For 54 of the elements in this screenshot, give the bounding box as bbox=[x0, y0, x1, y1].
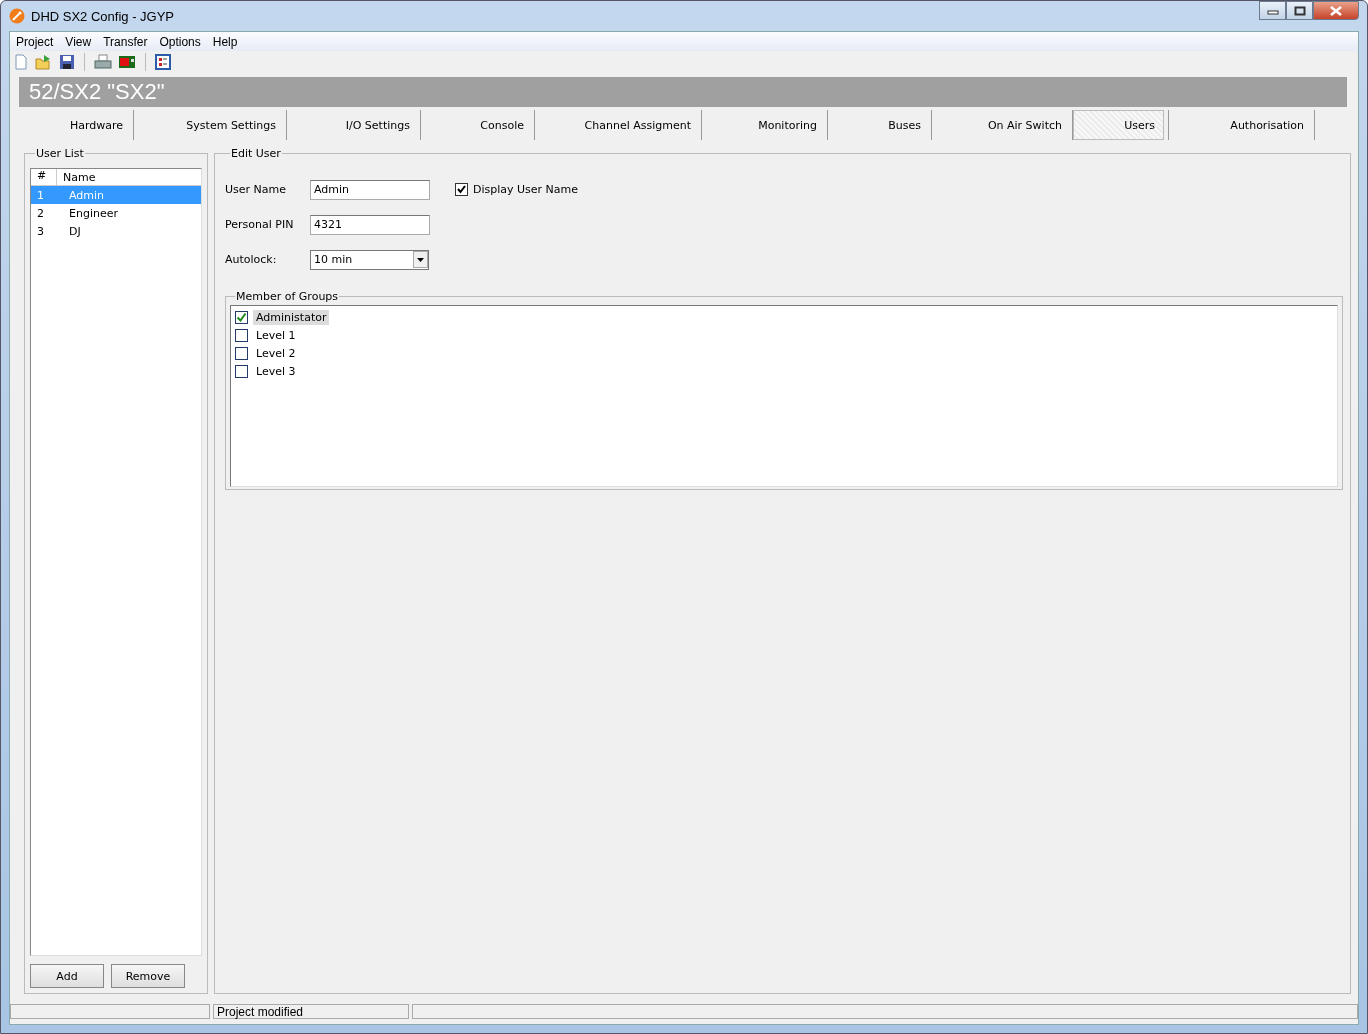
tab[interactable]: Users bbox=[1073, 110, 1164, 140]
pin-field[interactable]: 4321 bbox=[310, 214, 430, 235]
group-label[interactable]: Level 1 bbox=[253, 327, 299, 343]
tab[interactable]: System Settings bbox=[180, 110, 282, 140]
device-header: 52/SX2 "SX2" bbox=[19, 77, 1347, 107]
group-label[interactable]: Administator bbox=[253, 309, 330, 325]
menu-item[interactable]: Help bbox=[206, 34, 244, 49]
group-title: Member of Groups bbox=[235, 290, 340, 303]
tab[interactable]: Hardware bbox=[63, 110, 129, 140]
group-title: User List bbox=[35, 147, 85, 160]
group-checkbox[interactable] bbox=[235, 346, 248, 360]
open-folder-icon[interactable] bbox=[35, 54, 53, 70]
group-checkbox[interactable] bbox=[235, 310, 248, 324]
display-name-checkbox[interactable] bbox=[455, 183, 468, 196]
maximize-icon bbox=[1293, 5, 1306, 16]
circuit-board-icon[interactable] bbox=[118, 55, 136, 69]
field-label: Autolock: bbox=[225, 253, 278, 266]
menu-item[interactable]: Transfer bbox=[97, 34, 154, 49]
tab[interactable]: I/O Settings bbox=[339, 110, 416, 140]
tab[interactable]: Channel Assigment bbox=[578, 110, 697, 140]
list-button[interactable]: Add bbox=[30, 964, 104, 988]
column-header[interactable]: Name bbox=[57, 169, 201, 185]
save-icon[interactable] bbox=[59, 54, 75, 70]
app-icon bbox=[9, 8, 25, 24]
close-button[interactable] bbox=[1313, 1, 1359, 20]
group-title: Edit User bbox=[230, 147, 282, 160]
printer-icon[interactable] bbox=[94, 54, 112, 70]
menu-item[interactable]: Project bbox=[10, 34, 60, 49]
tab[interactable]: Buses bbox=[882, 110, 927, 140]
group-checkbox[interactable] bbox=[235, 328, 248, 342]
checklist-icon[interactable] bbox=[155, 54, 171, 70]
user-name-field[interactable]: Admin bbox=[310, 179, 430, 200]
autolock-dropdown[interactable]: 10 min bbox=[310, 249, 429, 270]
user-row[interactable]: 2 Engineer bbox=[31, 204, 201, 222]
group-label[interactable]: Level 3 bbox=[253, 363, 299, 379]
tab[interactable]: Monitoring bbox=[752, 110, 823, 140]
close-icon bbox=[1329, 5, 1343, 16]
checkbox-label: Display User Name bbox=[473, 183, 579, 196]
tab[interactable]: On Air Switch bbox=[981, 110, 1068, 140]
list-button[interactable]: Remove bbox=[111, 964, 185, 988]
group-label[interactable]: Level 2 bbox=[253, 345, 299, 361]
status-text: Project modified bbox=[213, 1004, 409, 1019]
window-title: DHD SX2 Config - JGYP bbox=[31, 8, 175, 24]
tab[interactable]: Authorisation bbox=[1224, 110, 1310, 140]
maximize-button[interactable] bbox=[1286, 1, 1313, 20]
user-row[interactable]: 3 DJ bbox=[31, 222, 201, 240]
field-label: User Name bbox=[225, 183, 288, 196]
column-header[interactable]: # bbox=[31, 169, 57, 185]
field-label: Personal PIN bbox=[225, 218, 295, 231]
group-checkbox[interactable] bbox=[235, 364, 248, 378]
menu-item[interactable]: View bbox=[59, 34, 98, 49]
minimize-button[interactable] bbox=[1259, 1, 1286, 20]
tab[interactable]: Console bbox=[474, 110, 530, 140]
menu-item[interactable]: Options bbox=[153, 34, 207, 49]
